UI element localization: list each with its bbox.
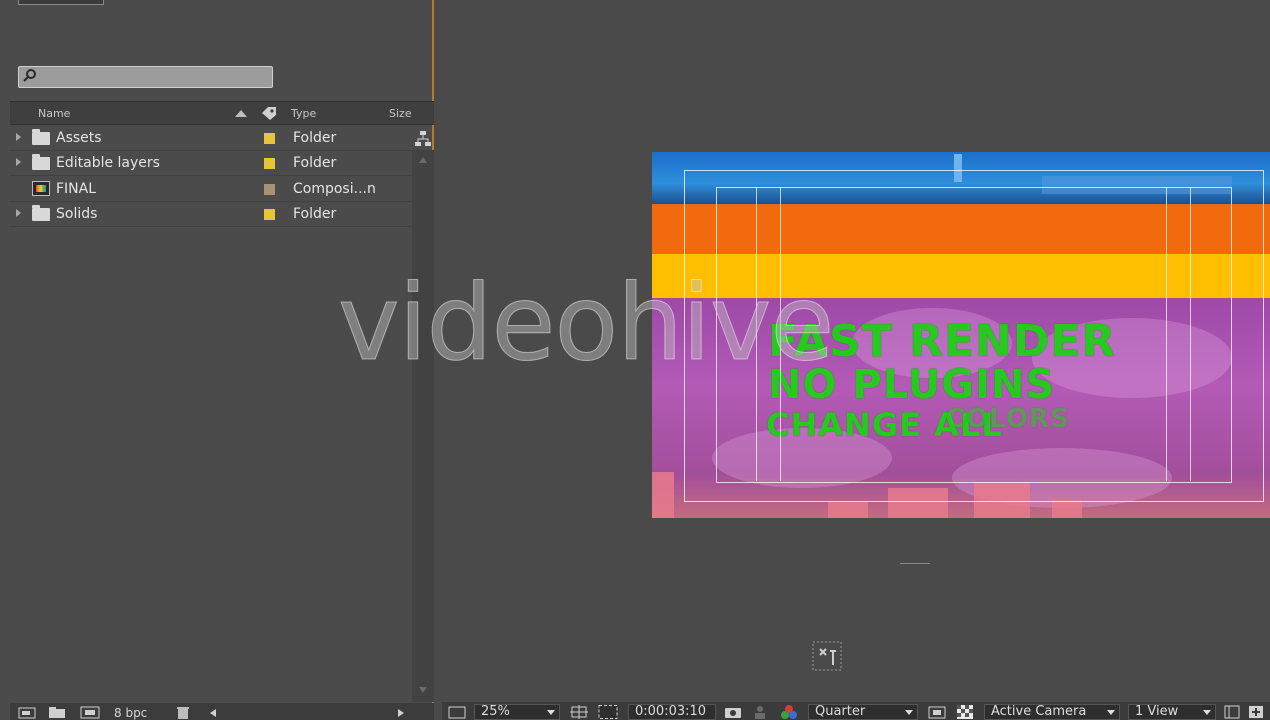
resolution-value: Quarter bbox=[815, 704, 866, 719]
folder-icon bbox=[32, 154, 50, 170]
expand-arrow-icon[interactable] bbox=[16, 209, 21, 217]
camera-value: Active Camera bbox=[991, 704, 1087, 719]
label-color-swatch[interactable] bbox=[264, 158, 275, 169]
current-time-display[interactable]: 0:00:03:10 bbox=[628, 704, 716, 720]
folder-icon bbox=[32, 129, 50, 145]
magnification-value: 25% bbox=[481, 704, 510, 719]
safe-margins-icon[interactable] bbox=[570, 704, 588, 720]
project-item-final[interactable]: FINAL Composi...n bbox=[10, 177, 412, 202]
item-type: Folder bbox=[293, 206, 337, 222]
transparency-grid-icon[interactable] bbox=[956, 704, 974, 720]
item-name: Assets bbox=[56, 130, 102, 146]
project-item-solids[interactable]: Solids Folder bbox=[10, 202, 412, 227]
item-type: Composi...n bbox=[293, 181, 376, 197]
chevron-down-icon bbox=[547, 710, 555, 715]
item-name: FINAL bbox=[56, 181, 97, 197]
search-icon bbox=[23, 69, 36, 82]
snapshot-camera-icon[interactable] bbox=[724, 704, 742, 720]
composition-icon bbox=[32, 181, 50, 196]
magnification-dropdown[interactable]: 25% bbox=[474, 704, 560, 720]
project-column-header: Name Type Size bbox=[10, 101, 434, 125]
scroll-down-icon[interactable] bbox=[418, 686, 428, 694]
viewer-menu-icon[interactable] bbox=[1248, 704, 1264, 720]
fast-previews-icon[interactable] bbox=[928, 704, 946, 720]
interpret-footage-icon[interactable] bbox=[18, 706, 36, 719]
new-composition-icon[interactable] bbox=[80, 706, 100, 719]
scroll-up-icon[interactable] bbox=[418, 156, 428, 164]
bit-depth-button[interactable]: 8 bpc bbox=[114, 706, 147, 720]
item-name: Editable layers bbox=[56, 155, 160, 171]
project-item-editable-layers[interactable]: Editable layers Folder bbox=[10, 151, 412, 176]
project-item-assets[interactable]: Assets Folder bbox=[10, 126, 412, 151]
scroll-right-icon[interactable] bbox=[396, 708, 406, 718]
toggle-pixel-aspect-icon[interactable] bbox=[1224, 704, 1240, 720]
always-preview-icon[interactable] bbox=[448, 704, 466, 720]
column-size[interactable]: Size bbox=[389, 107, 412, 120]
label-color-swatch[interactable] bbox=[264, 184, 275, 195]
guide-line bbox=[1166, 187, 1167, 481]
axis-gizmo-icon bbox=[812, 641, 842, 671]
new-folder-icon[interactable] bbox=[48, 706, 66, 719]
chevron-down-icon bbox=[1107, 710, 1115, 715]
project-bottom-bar: 8 bpc bbox=[10, 703, 434, 720]
column-name[interactable]: Name bbox=[38, 107, 70, 120]
item-type: Folder bbox=[293, 155, 337, 171]
chevron-down-icon bbox=[905, 710, 913, 715]
folder-icon bbox=[32, 205, 50, 221]
watermark-text: videohive bbox=[337, 262, 834, 385]
expand-arrow-icon[interactable] bbox=[16, 158, 21, 166]
guide-line bbox=[1190, 187, 1191, 481]
flowchart-icon[interactable] bbox=[414, 130, 432, 148]
project-vertical-scrollbar[interactable] bbox=[412, 150, 434, 702]
label-tag-icon[interactable] bbox=[260, 105, 278, 121]
camera-view-dropdown[interactable]: Active Camera bbox=[984, 704, 1120, 720]
trash-icon[interactable] bbox=[176, 706, 190, 719]
viewer-center-mark bbox=[900, 563, 930, 564]
label-color-swatch[interactable] bbox=[264, 133, 275, 144]
expand-arrow-icon[interactable] bbox=[16, 133, 21, 141]
item-type: Folder bbox=[293, 130, 337, 146]
timecode-value: 0:00:03:10 bbox=[635, 704, 707, 719]
label-color-swatch[interactable] bbox=[264, 209, 275, 220]
sort-ascending-icon[interactable] bbox=[234, 109, 248, 118]
show-snapshot-icon[interactable] bbox=[752, 704, 768, 720]
channels-rgb-icon[interactable] bbox=[780, 704, 798, 720]
view-layout-dropdown[interactable]: 1 View bbox=[1128, 704, 1216, 720]
item-name: Solids bbox=[56, 206, 98, 222]
column-type[interactable]: Type bbox=[291, 107, 316, 120]
project-search-input[interactable] bbox=[18, 66, 273, 88]
project-thumbnail bbox=[18, 0, 104, 5]
view-layout-value: 1 View bbox=[1135, 704, 1179, 719]
chevron-down-icon bbox=[1203, 710, 1211, 715]
resolution-dropdown[interactable]: Quarter bbox=[808, 704, 918, 720]
region-of-interest-icon[interactable] bbox=[598, 704, 618, 720]
scroll-left-icon[interactable] bbox=[208, 708, 218, 718]
viewer-toolbar: 25% 0:00:03:10 Quarter Active Camera 1 V… bbox=[442, 702, 1270, 720]
